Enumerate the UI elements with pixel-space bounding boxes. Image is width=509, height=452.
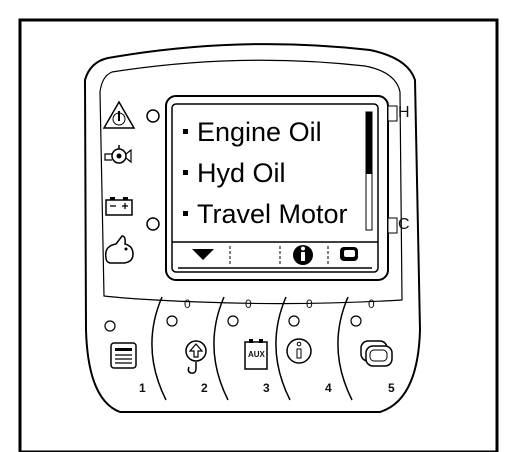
button-number-3: 3 (263, 381, 270, 395)
indicator-lamp (146, 109, 160, 123)
button-number-4: 4 (325, 381, 332, 395)
button-led (350, 315, 362, 327)
aux-label: AUX (248, 350, 265, 359)
gauge-label-high: H (398, 104, 410, 121)
button-led-value: 0 (368, 297, 375, 311)
button-number-2: 2 (201, 381, 208, 395)
gauge-label-low: C (398, 216, 410, 233)
status-led (104, 320, 116, 332)
button-led-value: 0 (184, 297, 191, 311)
menu-item-hyd-oil[interactable]: Hyd Oil (183, 158, 286, 188)
button-led (166, 315, 178, 327)
info-icon[interactable] (293, 245, 313, 265)
button-led (227, 315, 239, 327)
button-led-value: 0 (245, 297, 252, 311)
menu-item-engine-oil[interactable]: Engine Oil (183, 117, 322, 147)
screen-toggle-icon[interactable] (340, 247, 358, 261)
bullet (183, 170, 188, 176)
button-number-5: 5 (388, 381, 395, 395)
info-button[interactable] (286, 338, 312, 364)
gauge-mark-low (387, 217, 398, 234)
menu-item-label: Hyd Oil (197, 158, 286, 188)
battery-icon (105, 197, 133, 216)
menu-item-label: Engine Oil (197, 117, 322, 147)
button-number-1: 1 (139, 381, 146, 395)
scrollbar-thumb[interactable] (366, 112, 372, 174)
menu-item-travel-motor[interactable]: Travel Motor (183, 199, 348, 229)
button-led (288, 315, 300, 327)
indicator-lamp (146, 217, 160, 231)
gauge-mark-high (387, 105, 398, 122)
button-led-value: 0 (306, 297, 313, 311)
bullet (183, 129, 188, 135)
menu-button[interactable] (110, 342, 137, 369)
bullet (183, 211, 188, 217)
menu-item-label: Travel Motor (197, 199, 348, 229)
